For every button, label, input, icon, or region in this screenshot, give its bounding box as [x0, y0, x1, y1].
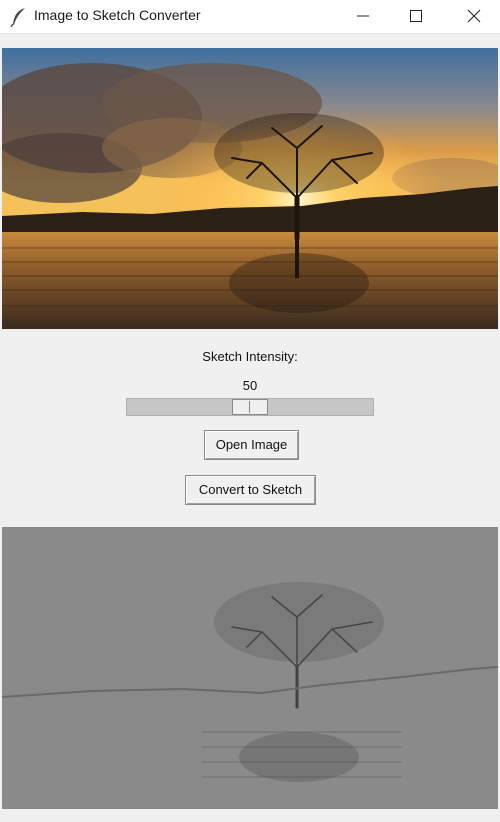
- convert-to-sketch-button[interactable]: Convert to Sketch: [185, 475, 316, 505]
- open-image-button[interactable]: Open Image: [204, 430, 299, 460]
- maximize-button[interactable]: [393, 0, 439, 32]
- sketch-image: [2, 527, 498, 809]
- minimize-icon: [357, 15, 369, 17]
- title-bar: Image to Sketch Converter: [0, 0, 500, 34]
- minimize-button[interactable]: [340, 0, 386, 32]
- intensity-label: Sketch Intensity:: [202, 349, 298, 364]
- original-image: [2, 48, 498, 329]
- window-title: Image to Sketch Converter: [34, 7, 201, 23]
- feather-icon: [10, 8, 25, 27]
- close-button[interactable]: [451, 0, 497, 32]
- intensity-slider-thumb[interactable]: [232, 399, 268, 415]
- maximize-icon: [410, 10, 422, 22]
- intensity-value: 50: [242, 378, 258, 393]
- close-icon: [467, 9, 481, 23]
